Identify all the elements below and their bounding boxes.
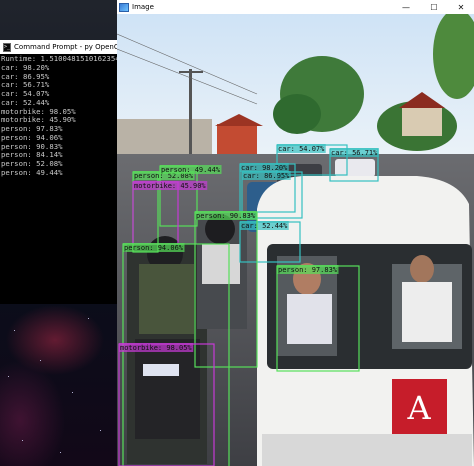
image-window[interactable]: Image — ☐ ✕ A car: 54.07% car: 56.71% ca… [117,0,474,466]
detection-label: motorbike: 98.05% [120,344,192,352]
minimize-icon: — [402,2,410,12]
detection-label: car: 98.20% [241,164,288,172]
console-line: person: 49.44% [1,167,63,177]
minimize-button[interactable]: — [393,0,419,14]
detection-label: person: 49.44% [161,166,221,174]
maximize-icon: ☐ [430,2,438,12]
command-prompt-titlebar[interactable]: >_ Command Prompt - py OpenCvSSD [0,40,117,54]
detection-label: car: 54.07% [278,145,325,153]
svg-text:A: A [406,389,431,427]
command-prompt-title: Command Prompt - py OpenCvSSD [14,43,117,51]
street-scene: A car: 54.07% car: 56.71%car: 98.20%car: … [117,14,474,466]
image-window-title: Image [132,3,154,11]
image-app-icon [119,2,129,12]
detection-label: car: 52.44% [241,222,288,230]
command-prompt-window[interactable]: >_ Command Prompt - py OpenCvSSD Runtime… [0,40,120,304]
close-icon: ✕ [457,2,465,12]
detection-label: person: 97.83% [278,266,338,274]
detection-label: person: 90.83% [196,212,256,220]
console-output[interactable]: Runtime: 1.5100481510162354 car: 98.20% ca… [0,54,120,178]
close-button[interactable]: ✕ [448,0,474,14]
detection-label: car: 86.95% [243,172,290,180]
detection-label: car: 56.71% [331,149,378,157]
image-window-titlebar[interactable]: Image — ☐ ✕ [117,0,474,14]
maximize-button[interactable]: ☐ [421,0,447,14]
terminal-icon: >_ [3,42,12,52]
detection-label: motorbike: 45.90% [134,182,206,190]
detection-image: A car: 54.07% car: 56.71% car: 98.20% car: … [117,14,474,466]
detection-label: person: 94.06% [124,244,184,252]
